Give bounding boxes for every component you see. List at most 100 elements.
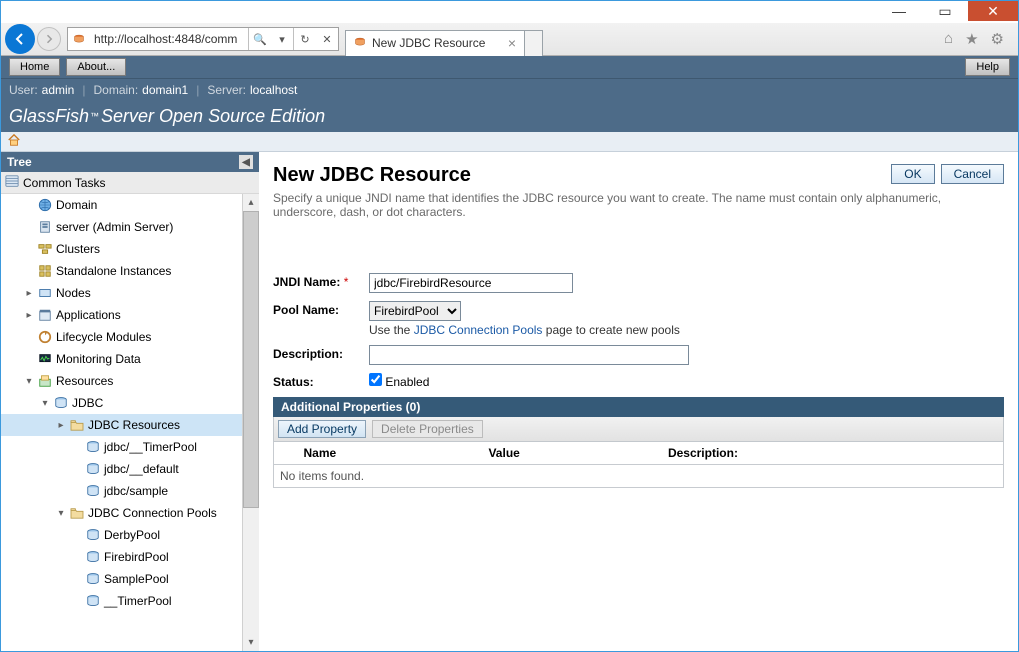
help-button[interactable]: Help: [965, 58, 1010, 76]
tree: ▸Domain▸server (Admin Server)▸Clusters▸S…: [1, 194, 242, 651]
db-icon: [85, 439, 101, 455]
properties-toolbar: Add Property Delete Properties: [273, 417, 1004, 442]
tree-header: Tree ◀: [1, 152, 259, 172]
tab-close-icon[interactable]: ×: [508, 35, 516, 51]
window-close-button[interactable]: ✕: [968, 1, 1018, 21]
tree-arrow-icon[interactable]: ▸: [24, 288, 34, 299]
status-text: Enabled: [385, 375, 429, 389]
window-titlebar: — ▭ ✕: [1, 1, 1018, 23]
tab-favicon: [354, 36, 366, 51]
apps-icon: [37, 307, 53, 323]
tree-item-clusters[interactable]: ▸Clusters: [1, 238, 242, 260]
tree-item-firebirdpool[interactable]: ▸FirebirdPool: [1, 546, 242, 568]
cluster-icon: [37, 241, 53, 257]
pool-label: Pool Name:: [273, 301, 369, 317]
browser-back-button[interactable]: [5, 24, 35, 54]
tree-item-nodes[interactable]: ▸Nodes: [1, 282, 242, 304]
tree-item-timerpool[interactable]: ▸__TimerPool: [1, 590, 242, 612]
tree-item-label: Lifecycle Modules: [56, 330, 151, 344]
tree-arrow-icon[interactable]: ▾: [24, 376, 34, 387]
status-label: Status:: [273, 373, 369, 389]
globe-icon: [37, 197, 53, 213]
tree-item-label: __TimerPool: [104, 594, 172, 608]
tree-item-label: SamplePool: [104, 572, 169, 586]
home-icon[interactable]: ⌂: [944, 30, 953, 48]
main-content: OK Cancel New JDBC Resource Specify a un…: [259, 152, 1018, 651]
tree-root-label: Common Tasks: [23, 176, 105, 190]
about-button[interactable]: About...: [66, 58, 126, 76]
db-icon: [85, 483, 101, 499]
search-icon[interactable]: 🔍: [249, 28, 271, 50]
browser-tab[interactable]: New JDBC Resource ×: [345, 30, 525, 56]
tree-arrow-icon[interactable]: ▸: [24, 310, 34, 321]
node-icon: [37, 285, 53, 301]
tools-icon[interactable]: ⚙: [991, 30, 1004, 48]
cancel-button[interactable]: Cancel: [941, 164, 1004, 184]
tree-item-jdbc-timerpool[interactable]: ▸jdbc/__TimerPool: [1, 436, 242, 458]
db-icon: [85, 461, 101, 477]
status-checkbox[interactable]: [369, 373, 382, 386]
tree-item-jdbc-connection-pools[interactable]: ▾JDBC Connection Pools: [1, 502, 242, 524]
new-tab-button[interactable]: [525, 30, 543, 56]
browser-forward-button[interactable]: [37, 27, 61, 51]
tree-item-derbypool[interactable]: ▸DerbyPool: [1, 524, 242, 546]
scroll-thumb[interactable]: [243, 211, 259, 508]
favorites-icon[interactable]: ★: [965, 30, 978, 48]
stop-icon[interactable]: ✕: [316, 28, 338, 50]
user-label: User:: [9, 83, 38, 97]
tree-item-server-admin-server[interactable]: ▸server (Admin Server): [1, 216, 242, 238]
tree-arrow-icon[interactable]: ▾: [56, 508, 66, 519]
tree-item-monitoring-data[interactable]: ▸Monitoring Data: [1, 348, 242, 370]
brand-tm: ™: [90, 111, 99, 121]
tree-collapse-icon[interactable]: ◀: [239, 155, 253, 169]
tree-root[interactable]: Common Tasks: [1, 172, 259, 194]
tree-item-samplepool[interactable]: ▸SamplePool: [1, 568, 242, 590]
tree-item-lifecycle-modules[interactable]: ▸Lifecycle Modules: [1, 326, 242, 348]
tree-arrow-icon[interactable]: ▸: [56, 420, 66, 431]
pool-link[interactable]: JDBC Connection Pools: [414, 323, 543, 337]
monitor-icon: [37, 351, 53, 367]
scroll-down-icon[interactable]: ▾: [243, 634, 259, 651]
home-button[interactable]: Home: [9, 58, 60, 76]
tree-item-applications[interactable]: ▸Applications: [1, 304, 242, 326]
dropdown-icon[interactable]: ▾: [271, 28, 293, 50]
tree-arrow-icon[interactable]: ▾: [40, 398, 50, 409]
tree-item-jdbc-default[interactable]: ▸jdbc/__default: [1, 458, 242, 480]
properties-table: Name Value Description: No items found.: [273, 442, 1004, 488]
folder-icon: [69, 505, 85, 521]
add-property-button[interactable]: Add Property: [278, 420, 366, 438]
th-check: [274, 442, 298, 465]
resources-icon: [37, 373, 53, 389]
brand-prefix: GlassFish: [9, 106, 89, 127]
description-input[interactable]: [369, 345, 689, 365]
scroll-up-icon[interactable]: ▴: [243, 194, 259, 211]
desc-label: Description:: [273, 345, 369, 361]
tree-item-jdbc-resources[interactable]: ▸JDBC Resources: [1, 414, 242, 436]
jndi-name-input[interactable]: [369, 273, 573, 293]
refresh-icon[interactable]: ↻: [294, 28, 316, 50]
window-minimize-button[interactable]: —: [876, 1, 922, 21]
delete-properties-button[interactable]: Delete Properties: [372, 420, 483, 438]
url-input[interactable]: [90, 28, 248, 50]
pool-name-select[interactable]: FirebirdPool: [369, 301, 461, 321]
tree-item-label: jdbc/__default: [104, 462, 179, 476]
home-small-icon[interactable]: [7, 133, 21, 150]
tree-item-label: jdbc/__TimerPool: [104, 440, 197, 454]
tree-item-label: Domain: [56, 198, 97, 212]
additional-properties-header: Additional Properties (0): [273, 397, 1004, 417]
ok-button[interactable]: OK: [891, 164, 934, 184]
tree-item-label: server (Admin Server): [56, 220, 173, 234]
tree-item-domain[interactable]: ▸Domain: [1, 194, 242, 216]
tree-item-resources[interactable]: ▾Resources: [1, 370, 242, 392]
tree-item-standalone-instances[interactable]: ▸Standalone Instances: [1, 260, 242, 282]
lifecycle-icon: [37, 329, 53, 345]
tree-item-jdbc[interactable]: ▾JDBC: [1, 392, 242, 414]
address-bar[interactable]: 🔍 ▾ ↻ ✕: [67, 27, 339, 51]
tree-item-jdbc-sample[interactable]: ▸jdbc/sample: [1, 480, 242, 502]
page-subtitle: Specify a unique JNDI name that identifi…: [273, 191, 993, 219]
th-desc: Description:: [662, 442, 1004, 465]
window-maximize-button[interactable]: ▭: [922, 1, 968, 21]
db-icon: [53, 395, 69, 411]
tab-title: New JDBC Resource: [372, 36, 485, 50]
tree-scrollbar[interactable]: ▴ ▾: [242, 194, 259, 651]
